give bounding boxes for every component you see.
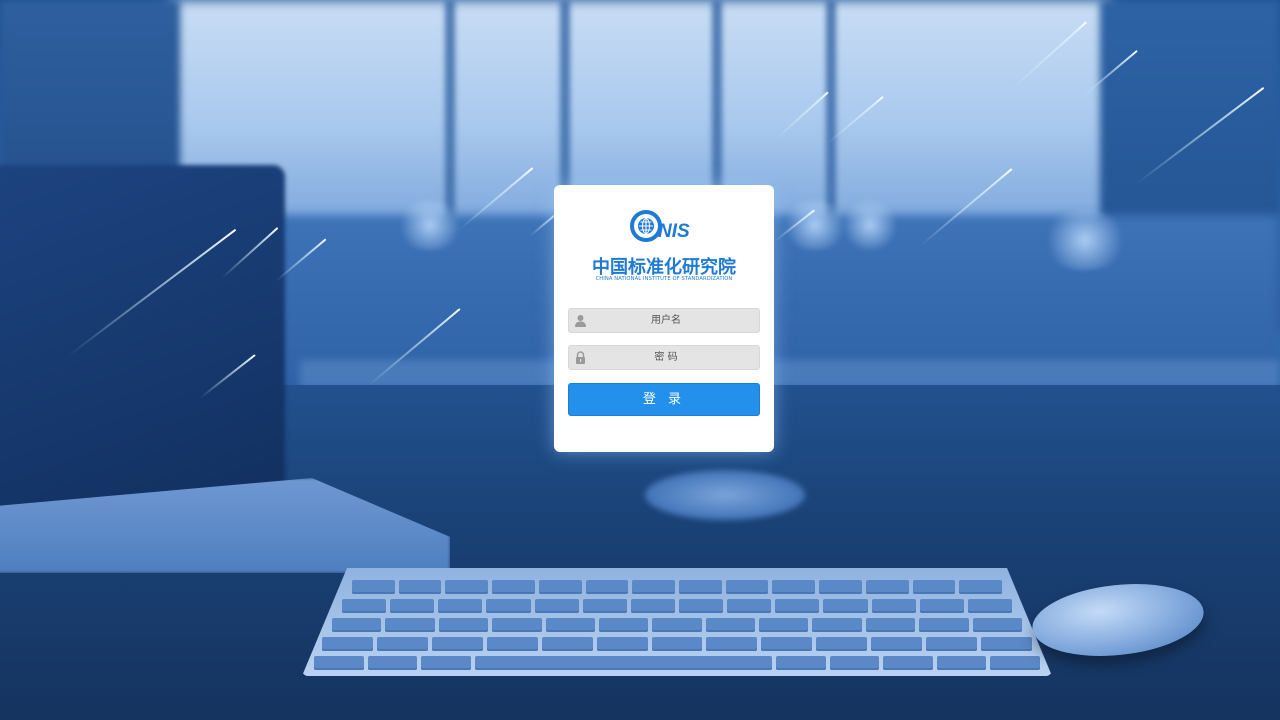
password-field[interactable] [568, 345, 760, 370]
background-window-post [826, 0, 836, 230]
cnis-logo: NIS [630, 210, 690, 242]
background-light [395, 200, 465, 250]
username-input[interactable] [591, 309, 741, 332]
background-window-post [445, 0, 455, 230]
lock-icon [576, 351, 585, 364]
keyboard-row [342, 599, 1012, 613]
organization-name-english: CHINA NATIONAL INSTITUTE OF STANDARDIZAT… [595, 276, 733, 282]
logo-text: NIS [658, 221, 690, 242]
background-ledge [300, 360, 1280, 388]
laptop-screen [0, 165, 285, 510]
keyboard [302, 568, 1052, 676]
background-light [840, 200, 900, 250]
login-page: NIS 中国标准化研究院 CHINA NATIONAL INSTITUTE OF… [0, 0, 1280, 720]
keyboard-row [331, 618, 1023, 632]
keyboard-row [322, 637, 1032, 651]
user-icon [575, 315, 586, 327]
password-input[interactable] [591, 346, 741, 369]
background-light [1040, 210, 1130, 270]
keyboard-row [313, 656, 1041, 670]
keyboard-row [351, 580, 1003, 594]
login-button[interactable]: 登 录 [568, 383, 760, 416]
username-field[interactable] [568, 308, 760, 333]
background-bowl [645, 470, 805, 520]
